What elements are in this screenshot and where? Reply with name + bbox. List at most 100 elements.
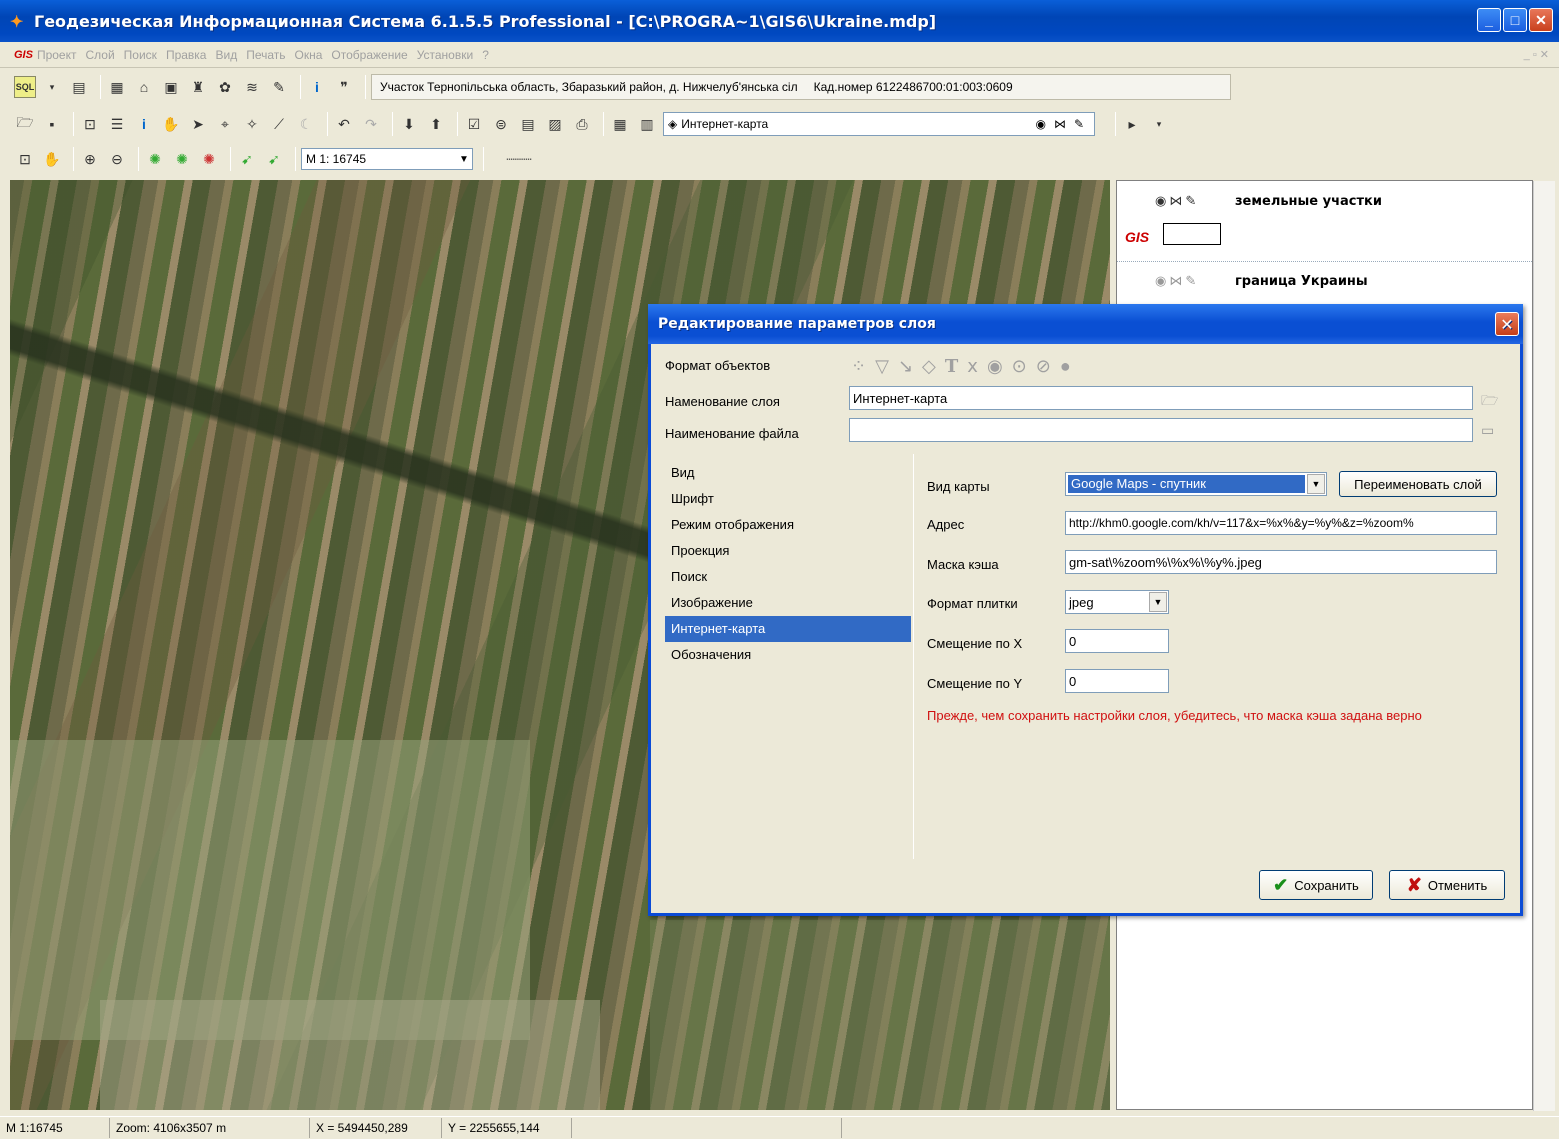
menu-help[interactable]: ?: [482, 48, 489, 62]
layer-row[interactable]: ◉⋈✎ граница Украины: [1155, 273, 1368, 289]
print-icon[interactable]: ⎙: [571, 113, 593, 135]
polyline-icon[interactable]: ⟋: [268, 113, 290, 135]
forbidden-icon[interactable]: ⊘: [1036, 356, 1051, 377]
building-icon[interactable]: ⌂: [133, 76, 155, 98]
menu-layer[interactable]: Слой: [85, 48, 114, 62]
layer-selector[interactable]: ◈ Интернет-карта ◉ ⋈ ✎: [663, 112, 1095, 136]
layer-toggle-icons[interactable]: ◉⋈✎: [1155, 193, 1235, 209]
checklist-icon[interactable]: ☑: [463, 113, 485, 135]
polygon-icon[interactable]: ▽: [875, 356, 889, 377]
save-file-icon[interactable]: ▭: [1481, 422, 1494, 439]
filter-icon[interactable]: ⊜: [490, 113, 512, 135]
menu-settings[interactable]: Установки: [417, 48, 473, 62]
globe-forward-icon[interactable]: ➹: [263, 148, 285, 170]
scale-selector[interactable]: M 1: 16745 ▼: [301, 148, 473, 170]
layer-name-field[interactable]: Интернет-карта: [849, 386, 1473, 410]
globe-prev-icon[interactable]: ✺: [171, 148, 193, 170]
category-display-mode[interactable]: Режим отображения: [665, 512, 911, 538]
category-internet-map[interactable]: Интернет-карта: [665, 616, 911, 642]
layers-icon[interactable]: ≋: [241, 76, 263, 98]
redo-icon[interactable]: ↷: [360, 113, 382, 135]
diamond-icon[interactable]: ◇: [922, 356, 936, 377]
layers-scrollbar[interactable]: [1533, 181, 1555, 1111]
layer-toggle-icons[interactable]: ◉⋈✎: [1155, 273, 1235, 289]
play-icon[interactable]: ▸: [1121, 113, 1143, 135]
database-icon[interactable]: ▤: [68, 76, 90, 98]
chevron-down-icon[interactable]: ▼: [1149, 592, 1167, 612]
edit-pencil-icon[interactable]: ✎: [1074, 117, 1084, 131]
save-button[interactable]: ✔ Сохранить: [1259, 870, 1373, 900]
zoom-out-icon[interactable]: ⊖: [106, 148, 128, 170]
point-icon[interactable]: ⁘: [851, 356, 866, 377]
zoom-rect-icon[interactable]: ⊡: [79, 113, 101, 135]
columns-icon[interactable]: ▥: [636, 113, 658, 135]
menu-view[interactable]: Вид: [215, 48, 237, 62]
layer-row[interactable]: ◉⋈✎ земельные участки: [1155, 193, 1382, 209]
vertex-icon[interactable]: ✧: [241, 113, 263, 135]
category-image[interactable]: Изображение: [665, 590, 911, 616]
save-icon[interactable]: ▪: [41, 113, 63, 135]
line-icon[interactable]: ↘: [898, 356, 913, 377]
quote-icon[interactable]: ❞: [333, 76, 355, 98]
rename-layer-button[interactable]: Переименовать слой: [1339, 471, 1497, 497]
pointer-icon[interactable]: ➤: [187, 113, 209, 135]
menu-print[interactable]: Печать: [246, 48, 285, 62]
mdi-controls[interactable]: _ ▫ ✕: [1524, 48, 1549, 61]
document-icon[interactable]: ▤: [517, 113, 539, 135]
menu-windows[interactable]: Окна: [295, 48, 323, 62]
menu-project[interactable]: Проект: [37, 48, 77, 62]
maximize-button[interactable]: □: [1503, 8, 1527, 32]
raster-icon[interactable]: ◉: [987, 356, 1003, 377]
ruler-icon[interactable]: ┈┈┈: [489, 148, 549, 170]
open-folder-icon[interactable]: 🗁: [14, 113, 36, 135]
info-icon[interactable]: i: [306, 76, 328, 98]
globe-next-icon[interactable]: ✺: [198, 148, 220, 170]
chevron-down-icon[interactable]: ▼: [1307, 474, 1325, 494]
category-font[interactable]: Шрифт: [665, 486, 911, 512]
menu-edit[interactable]: Правка: [166, 48, 207, 62]
table-icon[interactable]: ▣: [160, 76, 182, 98]
tile-format-select[interactable]: jpeg ▼: [1065, 590, 1169, 614]
menu-search[interactable]: Поиск: [124, 48, 157, 62]
selectable-icon[interactable]: ⋈: [1054, 117, 1066, 131]
circle-icon[interactable]: ⊙: [1012, 356, 1027, 377]
sql-icon[interactable]: SQL: [14, 76, 36, 98]
category-projection[interactable]: Проекция: [665, 538, 911, 564]
palette-icon[interactable]: ✿: [214, 76, 236, 98]
chevron-down-icon[interactable]: ▼: [456, 149, 472, 169]
text-icon[interactable]: T: [945, 356, 958, 377]
brush-icon[interactable]: ✎: [268, 76, 290, 98]
file-name-field[interactable]: [849, 418, 1473, 442]
visibility-icon[interactable]: ◉: [1035, 117, 1045, 131]
export-icon[interactable]: ⬆: [425, 113, 447, 135]
import-icon[interactable]: ⬇: [398, 113, 420, 135]
curve-icon[interactable]: ☾: [295, 113, 317, 135]
image-icon[interactable]: ▨: [544, 113, 566, 135]
address-field[interactable]: http://khm0.google.com/kh/v=117&x=%x%&y=…: [1065, 511, 1497, 535]
marker-icon[interactable]: ●: [1060, 356, 1071, 377]
more-dropdown-icon[interactable]: ▾: [1148, 113, 1170, 135]
dropdown-icon[interactable]: ▾: [41, 76, 63, 98]
offset-x-field[interactable]: 0: [1065, 629, 1169, 653]
zoom-in-icon[interactable]: ⊕: [79, 148, 101, 170]
undo-icon[interactable]: ↶: [333, 113, 355, 135]
pan-icon[interactable]: ✋: [41, 148, 63, 170]
category-symbols[interactable]: Обозначения: [665, 642, 911, 668]
cache-mask-field[interactable]: gm-sat\%zoom%\%x%\%y%.jpeg: [1065, 550, 1497, 574]
close-window-button[interactable]: ✕: [1529, 8, 1553, 32]
zoom-window-icon[interactable]: ⊡: [14, 148, 36, 170]
minimize-button[interactable]: _: [1477, 8, 1501, 32]
category-search[interactable]: Поиск: [665, 564, 911, 590]
crosshair-icon[interactable]: ⌖: [214, 113, 236, 135]
globe-back-icon[interactable]: ➹: [236, 148, 258, 170]
open-folder-icon[interactable]: 🗁: [1481, 390, 1498, 414]
layers-stack-icon[interactable]: ☰: [106, 113, 128, 135]
globe-zoom-icon[interactable]: ✺: [144, 148, 166, 170]
dialog-close-button[interactable]: ✕: [1495, 312, 1519, 336]
offset-y-field[interactable]: 0: [1065, 669, 1169, 693]
category-view[interactable]: Вид: [665, 460, 911, 486]
hand-icon[interactable]: ✋: [160, 113, 182, 135]
menu-display[interactable]: Отображение: [331, 48, 407, 62]
cart-icon[interactable]: ♜: [187, 76, 209, 98]
map-type-select[interactable]: Google Maps - спутник ▼: [1065, 472, 1327, 496]
